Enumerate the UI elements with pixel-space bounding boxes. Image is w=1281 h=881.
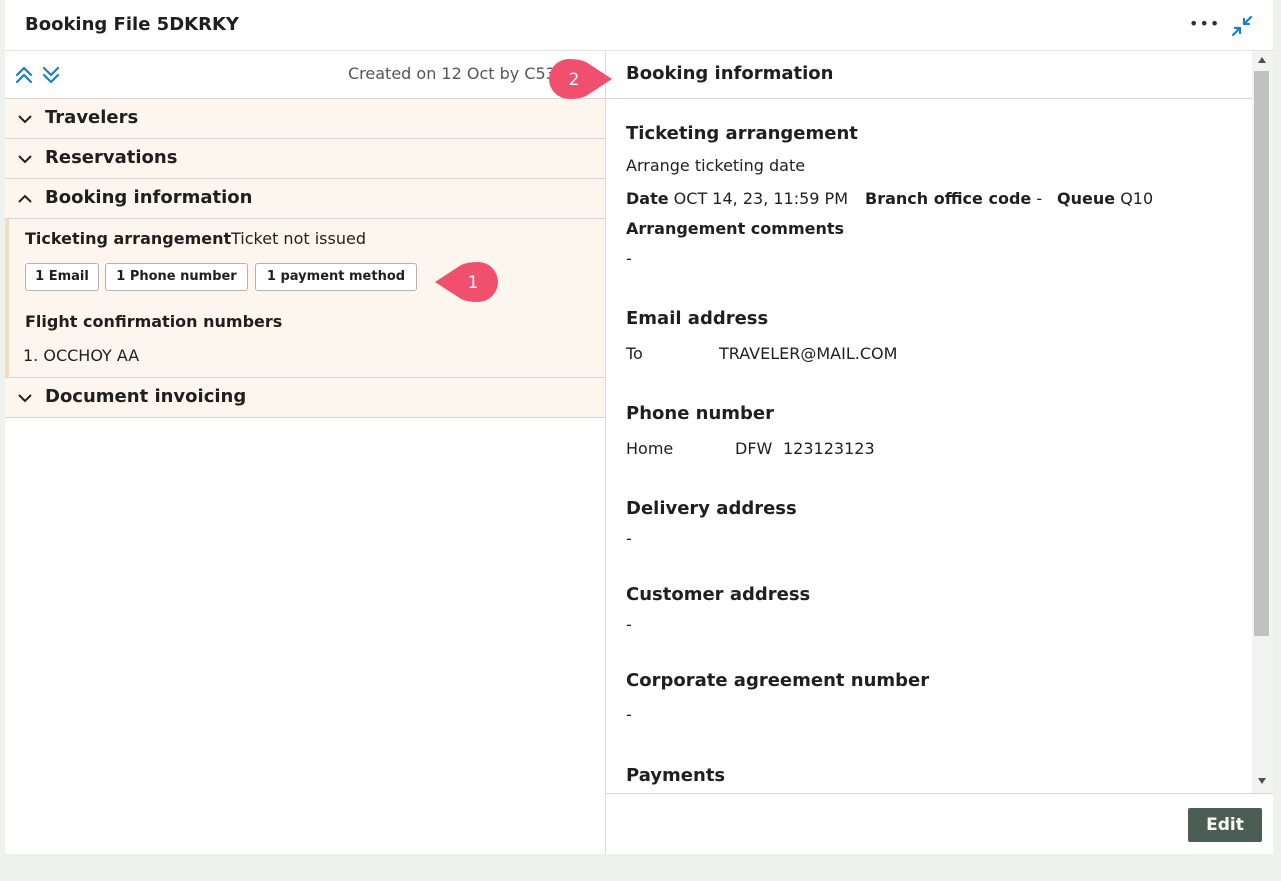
- branch-value: -: [1036, 189, 1043, 208]
- booking-file-panel: Booking File 5DKRKY ••• Created on 12 Oc…: [5, 0, 1273, 854]
- phone-type: Home: [626, 439, 674, 458]
- booking-information-title: Booking information: [626, 63, 834, 84]
- ticketing-heading: Ticketing arrangement: [626, 123, 858, 144]
- comments-value: -: [626, 249, 632, 268]
- section-reservations[interactable]: Reservations: [5, 139, 605, 179]
- phone-chip[interactable]: 1 Phone number: [105, 263, 248, 291]
- ticketing-value: Ticket not issued: [231, 229, 366, 248]
- email-heading: Email address: [626, 308, 769, 329]
- phone-number: 123123123: [783, 439, 875, 458]
- panel-header: Booking File 5DKRKY •••: [5, 0, 1273, 51]
- callout-1-number: 1: [468, 273, 479, 293]
- queue-value: Q10: [1120, 189, 1154, 208]
- section-accent-bar: [5, 219, 9, 377]
- booking-information-body: Ticketing arrangement Ticket not issued …: [5, 219, 605, 378]
- section-document-invoicing[interactable]: Document invoicing: [5, 378, 605, 418]
- delivery-heading: Delivery address: [626, 498, 797, 519]
- callout-2: 2: [549, 59, 612, 99]
- comments-label: Arrangement comments: [626, 219, 845, 238]
- flight-confirmation-value: 1. OCCHOY AA: [23, 346, 140, 365]
- callout-1: 1: [435, 262, 498, 302]
- payments-heading: Payments: [626, 765, 726, 786]
- chevron-down-icon: [18, 394, 32, 403]
- callout-2-number: 2: [569, 70, 580, 90]
- right-pane: Booking information Ticketing arrangemen…: [606, 51, 1273, 854]
- corporate-heading: Corporate agreement number: [626, 670, 930, 691]
- scrollbar[interactable]: [1252, 51, 1273, 793]
- right-footer: Edit: [606, 793, 1273, 855]
- expand-all-icon[interactable]: [41, 65, 61, 85]
- right-header: Booking information: [606, 51, 1252, 99]
- date-label: Date: [626, 189, 669, 208]
- payment-chip[interactable]: 1 payment method: [255, 263, 417, 291]
- email-value: TRAVELER@MAIL.COM: [719, 344, 898, 363]
- date-value: OCT 14, 23, 11:59 PM: [673, 189, 849, 208]
- email-chip[interactable]: 1 Email: [25, 263, 99, 291]
- delivery-value: -: [626, 529, 632, 548]
- date-row: Date OCT 14, 23, 11:59 PM: [626, 189, 848, 208]
- edit-button[interactable]: Edit: [1188, 808, 1262, 842]
- phone-city: DFW: [735, 439, 773, 458]
- section-travelers[interactable]: Travelers: [5, 99, 605, 139]
- branch-label: Branch office code: [865, 189, 1032, 208]
- left-pane: Created on 12 Oct by C53 Travelers Reser…: [5, 51, 606, 854]
- minimize-icon[interactable]: [1231, 15, 1253, 37]
- section-label: Document invoicing: [45, 386, 247, 407]
- page-title: Booking File 5DKRKY: [25, 14, 239, 35]
- left-toolbar: Created on 12 Oct by C53: [5, 51, 605, 99]
- customer-value: -: [626, 615, 632, 634]
- section-label: Reservations: [45, 147, 178, 168]
- section-booking-information[interactable]: Booking information: [5, 179, 605, 219]
- flight-confirmation-label: Flight confirmation numbers: [25, 312, 283, 331]
- section-label: Booking information: [45, 187, 253, 208]
- queue-label: Queue: [1057, 189, 1116, 208]
- branch-row: Branch office code -: [865, 189, 1042, 208]
- scroll-down-icon[interactable]: [1258, 778, 1266, 784]
- customer-heading: Customer address: [626, 584, 811, 605]
- scroll-up-icon[interactable]: [1258, 57, 1266, 63]
- ticketing-subtitle: Arrange ticketing date: [626, 156, 806, 175]
- phone-heading: Phone number: [626, 403, 775, 424]
- chevron-down-icon: [18, 155, 32, 164]
- collapse-all-icon[interactable]: [14, 65, 34, 85]
- chevron-down-icon: [18, 115, 32, 124]
- chevron-up-icon: [18, 194, 32, 203]
- email-type: To: [626, 344, 643, 363]
- section-label: Travelers: [45, 107, 139, 128]
- queue-row: Queue Q10: [1057, 189, 1153, 208]
- ticketing-label: Ticketing arrangement: [25, 229, 232, 248]
- scrollbar-thumb[interactable]: [1254, 71, 1269, 636]
- booking-information-details: Ticketing arrangement Arrange ticketing …: [606, 99, 1252, 793]
- corporate-value: -: [626, 705, 632, 724]
- more-horizontal-icon[interactable]: •••: [1189, 14, 1220, 33]
